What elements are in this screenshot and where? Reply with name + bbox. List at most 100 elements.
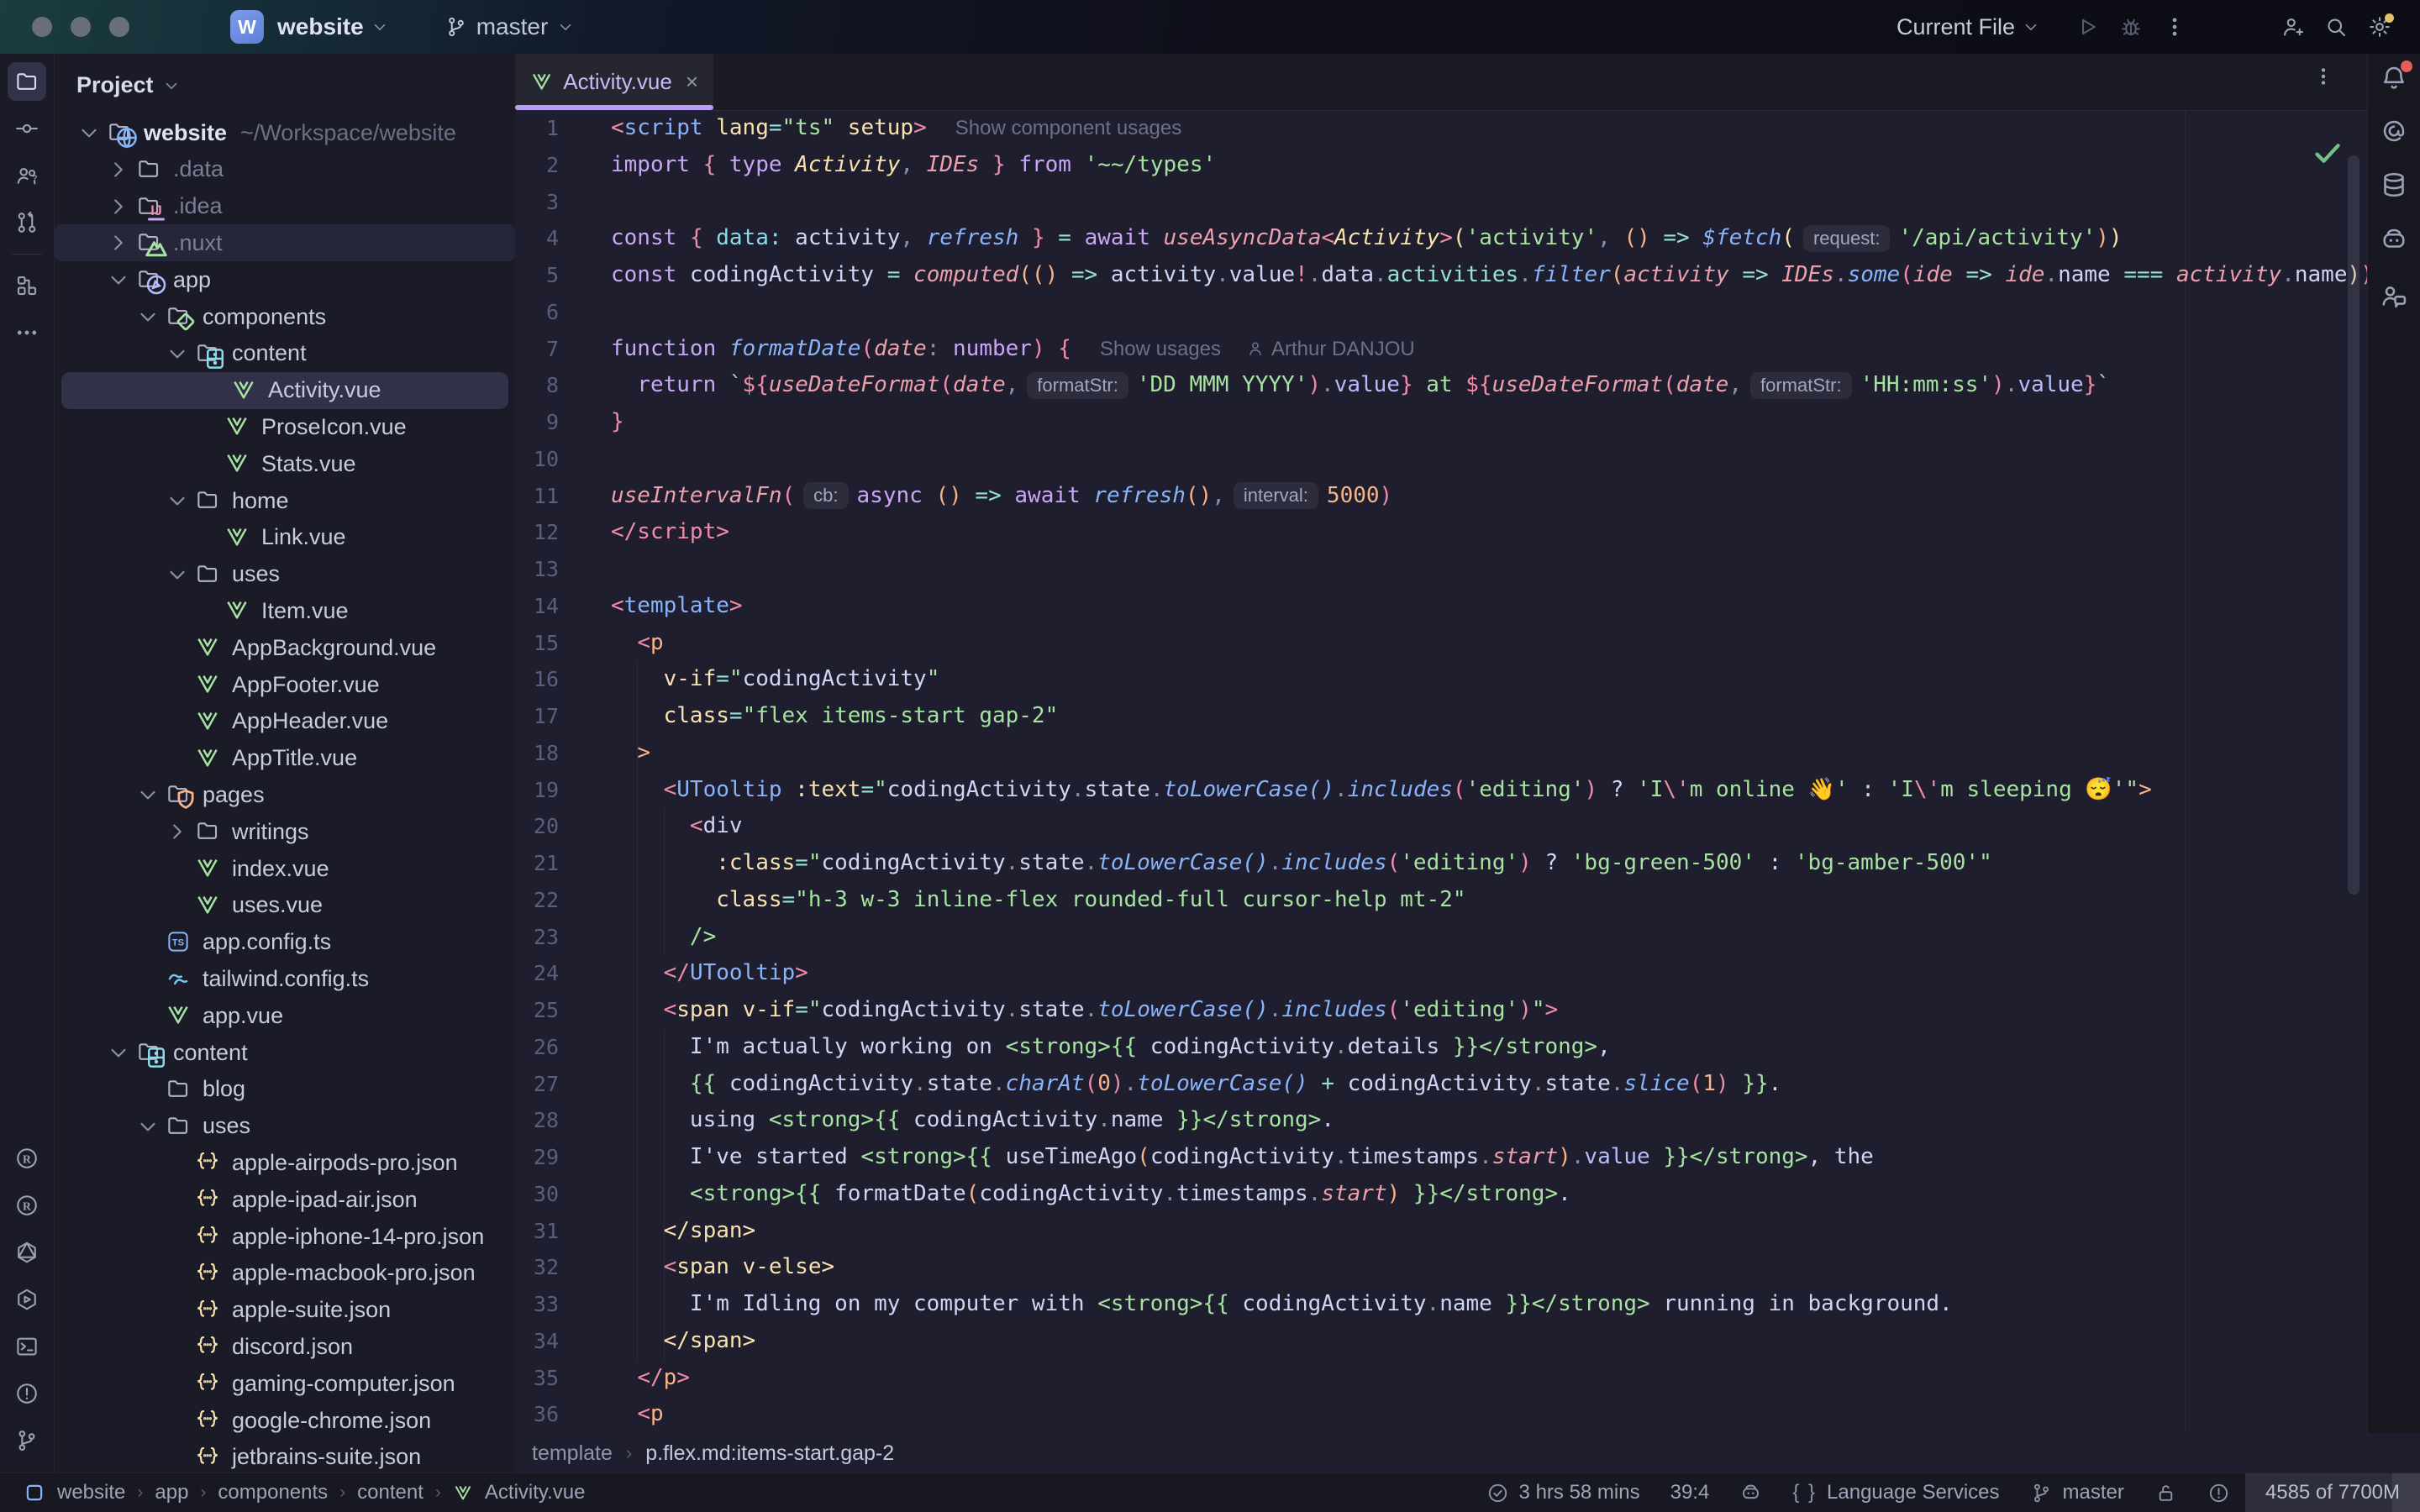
zoom-window-button[interactable] <box>109 17 129 37</box>
code-line[interactable]: 27 {{ codingActivity.state.charAt(0).toL… <box>515 1066 2368 1103</box>
chevron-down-icon[interactable] <box>106 1040 131 1065</box>
code-line[interactable]: 15 <p <box>515 625 2368 662</box>
status-path-item[interactable]: website <box>57 1481 125 1504</box>
chevron-right-icon[interactable] <box>106 194 131 219</box>
line-number[interactable]: 5 <box>515 257 559 294</box>
line-number[interactable]: 6 <box>515 294 559 331</box>
database-icon[interactable] <box>2379 170 2409 200</box>
code-line[interactable]: 31 </span> <box>515 1213 2368 1250</box>
line-number[interactable]: 23 <box>515 919 559 956</box>
status-path-item[interactable]: components <box>218 1481 328 1504</box>
line-number[interactable]: 25 <box>515 992 559 1029</box>
tree-item-uses-vue[interactable]: uses.vue <box>55 887 515 924</box>
tree-item-jetbrains-suite-json[interactable]: jetbrains-suite.json <box>55 1439 515 1473</box>
code-line[interactable]: 19 <UTooltip :text="codingActivity.state… <box>515 772 2368 809</box>
tree-item-blog[interactable]: blog <box>55 1071 515 1108</box>
line-number[interactable]: 28 <box>515 1102 559 1139</box>
terminal-icon[interactable] <box>8 1327 46 1366</box>
r-tool-icon[interactable]: R <box>8 1186 46 1225</box>
line-number[interactable]: 16 <box>515 661 559 698</box>
tree-item-item-vue[interactable]: Item.vue <box>55 592 515 629</box>
line-number[interactable]: 11 <box>515 478 559 515</box>
tree-item-app-config-ts[interactable]: TSapp.config.ts <box>55 924 515 961</box>
line-number[interactable]: 9 <box>515 404 559 441</box>
tree-item-uses[interactable]: uses <box>55 1108 515 1145</box>
branch-widget[interactable]: master <box>445 13 576 40</box>
chevron-down-icon[interactable] <box>165 341 190 366</box>
tree-item-pages[interactable]: pages <box>55 776 515 813</box>
code-vision-hint[interactable]: Show component usages <box>955 117 1182 139</box>
tree-item-website[interactable]: website~/Workspace/website <box>55 114 515 151</box>
code-line[interactable]: 36 <p <box>515 1396 2368 1433</box>
services-icon[interactable] <box>8 1280 46 1319</box>
code-line[interactable]: 26 I'm actually working on <strong>{{ co… <box>515 1029 2368 1066</box>
chevron-down-icon[interactable] <box>165 488 190 513</box>
project-folder-icon[interactable] <box>8 62 46 101</box>
code-line[interactable]: 30 <strong>{{ formatDate(codingActivity.… <box>515 1176 2368 1213</box>
tree-item-apple-iphone-14-pro-json[interactable]: apple-iphone-14-pro.json <box>55 1218 515 1255</box>
minimize-window-button[interactable] <box>71 17 91 37</box>
tree-item-content[interactable]: content <box>55 335 515 372</box>
line-number[interactable]: 8 <box>515 367 559 404</box>
line-number[interactable]: 1 <box>515 110 559 147</box>
chevron-down-icon[interactable] <box>165 562 190 587</box>
tree-item-discord-json[interactable]: discord.json <box>55 1328 515 1365</box>
code-line[interactable]: 2import { type Activity, IDEs } from '~~… <box>515 147 2368 184</box>
tree-item-activity-vue[interactable]: Activity.vue <box>61 372 508 409</box>
tree-item-apptitle-vue[interactable]: AppTitle.vue <box>55 740 515 777</box>
line-number[interactable]: 21 <box>515 845 559 882</box>
line-number[interactable]: 24 <box>515 955 559 992</box>
chevron-down-icon[interactable] <box>106 267 131 292</box>
line-number[interactable]: 17 <box>515 698 559 735</box>
code-line[interactable]: 18 > <box>515 735 2368 772</box>
tree-item--data[interactable]: .data <box>55 151 515 188</box>
more-tool-windows-icon[interactable] <box>8 313 46 352</box>
line-number[interactable]: 30 <box>515 1176 559 1213</box>
line-number[interactable]: 36 <box>515 1396 559 1433</box>
code-line[interactable]: 14<template> <box>515 588 2368 625</box>
structure-icon[interactable] <box>8 266 46 305</box>
breadcrumb-template[interactable]: template <box>532 1441 613 1466</box>
tree-item-index-vue[interactable]: index.vue <box>55 850 515 887</box>
pull-requests-icon[interactable] <box>8 203 46 242</box>
line-number[interactable]: 34 <box>515 1323 559 1360</box>
code-with-me-button[interactable] <box>2274 8 2311 45</box>
tree-item-uses[interactable]: uses <box>55 556 515 593</box>
tree-item--idea[interactable]: IJ.idea <box>55 188 515 225</box>
code-line[interactable]: 12</script> <box>515 514 2368 551</box>
line-number[interactable]: 10 <box>515 441 559 478</box>
code-area[interactable]: 1<script lang="ts" setup>Show component … <box>515 110 2368 1433</box>
tree-item-apple-ipad-air-json[interactable]: apple-ipad-air.json <box>55 1181 515 1218</box>
tab-options-icon[interactable] <box>2312 66 2344 97</box>
tree-item-app[interactable]: app <box>55 261 515 298</box>
tree-item-apple-macbook-pro-json[interactable]: apple-macbook-pro.json <box>55 1255 515 1292</box>
close-tab-icon[interactable]: × <box>686 71 698 92</box>
line-number[interactable]: 18 <box>515 735 559 772</box>
line-number[interactable]: 33 <box>515 1286 559 1323</box>
status-file-name[interactable]: Activity.vue <box>485 1481 586 1504</box>
commit-icon[interactable] <box>8 109 46 148</box>
line-number[interactable]: 12 <box>515 514 559 551</box>
project-panel-title[interactable]: Project <box>76 72 154 98</box>
tree-item-gaming-computer-json[interactable]: gaming-computer.json <box>55 1365 515 1402</box>
code-line[interactable]: 16 v-if="codingActivity" <box>515 661 2368 698</box>
tree-item-google-chrome-json[interactable]: google-chrome.json <box>55 1402 515 1439</box>
code-author[interactable]: Arthur DANJOU <box>1246 338 1415 360</box>
code-line[interactable]: 21 :class="codingActivity.state.toLowerC… <box>515 845 2368 882</box>
code-with-me-icon[interactable]: ? <box>8 156 46 195</box>
more-actions-button[interactable] <box>2156 8 2193 45</box>
code-line[interactable]: 32 <span v-else> <box>515 1249 2368 1286</box>
code-vision-hint[interactable]: Show usages <box>1100 338 1221 360</box>
debug-button[interactable] <box>2112 8 2149 45</box>
tree-item-appfooter-vue[interactable]: AppFooter.vue <box>55 666 515 703</box>
project-switcher[interactable]: website <box>277 13 364 40</box>
line-number[interactable]: 32 <box>515 1249 559 1286</box>
status-path-item[interactable]: app <box>155 1481 188 1504</box>
ai-assistant-icon[interactable] <box>2379 116 2409 146</box>
run-configuration-selector[interactable]: Current File <box>1897 14 2040 40</box>
memory-indicator[interactable]: 4585 of 7700M <box>2245 1473 2420 1512</box>
code-line[interactable]: 22 class="h-3 w-3 inline-flex rounded-fu… <box>515 882 2368 919</box>
code-line[interactable]: 17 class="flex items-start gap-2" <box>515 698 2368 735</box>
chevron-down-icon[interactable] <box>135 1114 160 1139</box>
code-line[interactable]: 5const codingActivity = computed(() => a… <box>515 257 2368 294</box>
